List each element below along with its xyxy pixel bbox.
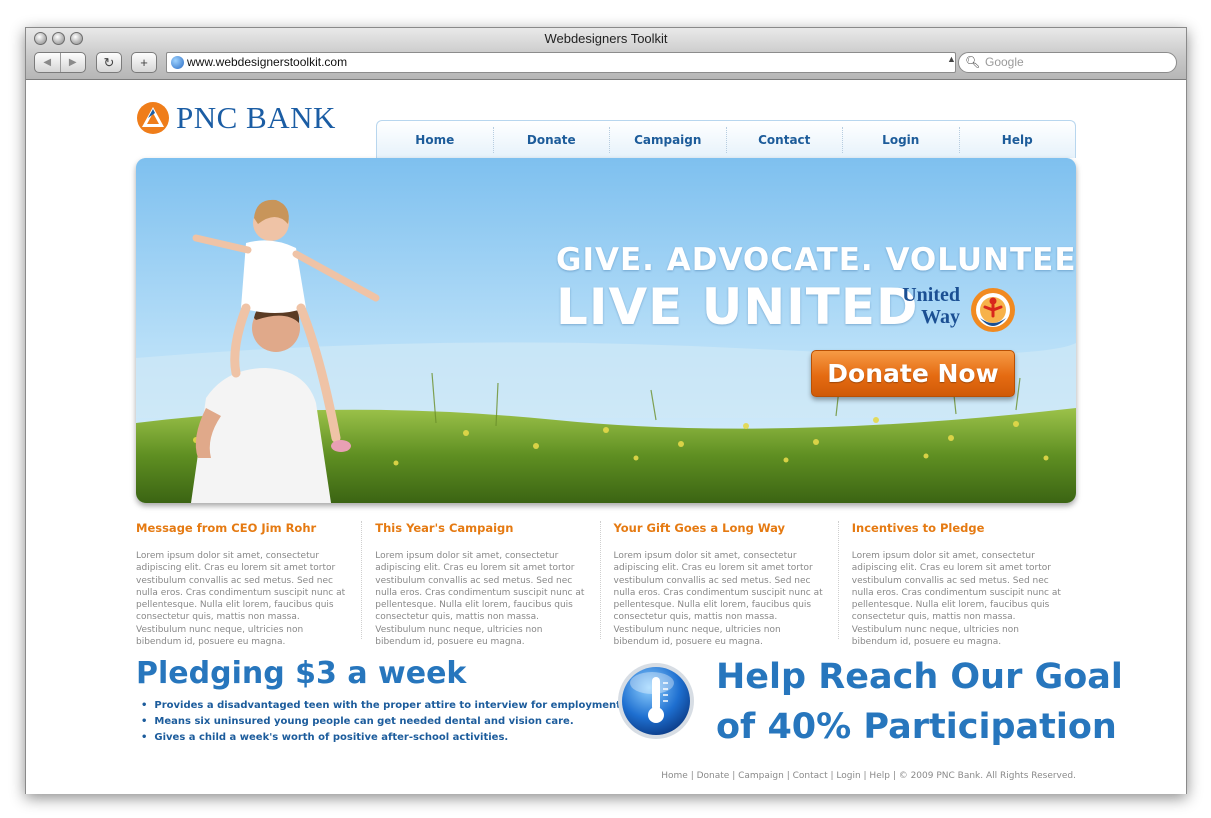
column-gift: Your Gift Goes a Long Way Lorem ipsum do… xyxy=(599,521,838,647)
footer: Home | Donate | Campaign | Contact | Log… xyxy=(661,771,1076,781)
logo-text: PNC BANK xyxy=(176,100,336,135)
pnc-logo[interactable]: PNC BANK xyxy=(136,100,336,136)
column-body: Lorem ipsum dolor sit amet, consectetur … xyxy=(851,551,1061,648)
column-campaign: This Year's Campaign Lorem ipsum dolor s… xyxy=(361,521,599,647)
globe-icon xyxy=(171,56,184,69)
nav-donate[interactable]: Donate xyxy=(494,126,610,153)
url-dropdown-icon[interactable]: ▲ xyxy=(947,54,956,64)
footer-link-contact[interactable]: Contact xyxy=(793,771,828,781)
footer-link-campaign[interactable]: Campaign xyxy=(738,771,784,781)
united-way-wordmark: United Way xyxy=(888,284,960,328)
list-item: Means six uninsured young people can get… xyxy=(141,714,625,730)
nav-help[interactable]: Help xyxy=(960,127,1076,153)
footer-copyright: © 2009 PNC Bank. All Rights Reserved. xyxy=(898,771,1076,781)
column-title[interactable]: Your Gift Goes a Long Way xyxy=(614,521,826,535)
pledge-heading: Pledging $3 a week xyxy=(136,656,467,691)
column-body: Lorem ipsum dolor sit amet, consectetur … xyxy=(613,551,823,648)
column-ceo-message: Message from CEO Jim Rohr Lorem ipsum do… xyxy=(136,521,361,647)
reload-button[interactable]: ↻ xyxy=(96,52,122,73)
address-bar[interactable]: www.webdesignerstoolkit.com xyxy=(166,52,956,73)
back-button[interactable]: ◀ xyxy=(35,53,61,72)
nav-login[interactable]: Login xyxy=(843,126,960,153)
column-title[interactable]: This Year's Campaign xyxy=(375,521,587,535)
address-bar-url: www.webdesignerstoolkit.com xyxy=(187,55,348,69)
column-incentives: Incentives to Pledge Lorem ipsum dolor s… xyxy=(837,521,1076,647)
goal-heading-line-2: of 40% Participation xyxy=(716,707,1117,747)
hero-banner: GIVE. ADVOCATE. VOLUNTEER. LIVE UNITED U… xyxy=(136,158,1076,503)
browser-window: Webdesigners Toolkit ◀ ▶ ↻ + www.webdesi… xyxy=(25,27,1187,794)
footer-link-help[interactable]: Help xyxy=(869,771,890,781)
donate-now-button[interactable]: Donate Now xyxy=(811,350,1015,397)
column-title[interactable]: Message from CEO Jim Rohr xyxy=(136,521,349,535)
column-body: Lorem ipsum dolor sit amet, consectetur … xyxy=(136,551,346,648)
nav-campaign[interactable]: Campaign xyxy=(610,126,727,153)
browser-toolbar: Webdesigners Toolkit ◀ ▶ ↻ + www.webdesi… xyxy=(26,28,1186,80)
nav-contact[interactable]: Contact xyxy=(727,126,843,153)
pnc-triangle-icon xyxy=(137,102,169,134)
main-navigation: Home Donate Campaign Contact Login Help xyxy=(376,120,1076,158)
window-title: Webdesigners Toolkit xyxy=(544,31,668,46)
search-icon: 🔍︎ xyxy=(965,55,981,69)
info-columns: Message from CEO Jim Rohr Lorem ipsum do… xyxy=(136,521,1076,647)
thermometer-icon xyxy=(618,663,694,739)
united-way-name-2: Way xyxy=(921,306,960,328)
search-placeholder: Google xyxy=(985,55,1024,69)
list-item: Provides a disadvantaged teen with the p… xyxy=(141,698,624,714)
add-bookmark-button[interactable]: + xyxy=(131,52,157,73)
web-page: PNC BANK Home Donate Campaign Contact Lo… xyxy=(26,81,1186,794)
united-way-name-1: United xyxy=(902,284,960,306)
footer-link-home[interactable]: Home xyxy=(661,771,688,781)
column-title[interactable]: Incentives to Pledge xyxy=(852,521,1064,535)
search-input[interactable]: 🔍︎ Google xyxy=(958,52,1177,73)
goal-heading-line-1: Help Reach Our Goal xyxy=(716,657,1123,697)
united-way-logo-icon xyxy=(971,288,1015,332)
hero-tagline: LIVE UNITED xyxy=(556,278,919,336)
pledge-benefits-list: Provides a disadvantaged teen with the p… xyxy=(141,698,625,746)
forward-button[interactable]: ▶ xyxy=(61,53,86,72)
nav-home[interactable]: Home xyxy=(377,126,494,153)
hero-headline: GIVE. ADVOCATE. VOLUNTEER. xyxy=(556,242,1076,278)
history-nav: ◀ ▶ xyxy=(34,52,86,73)
footer-link-login[interactable]: Login xyxy=(836,771,860,781)
footer-link-donate[interactable]: Donate xyxy=(697,771,730,781)
list-item: Gives a child a week's worth of positive… xyxy=(141,730,625,746)
column-body: Lorem ipsum dolor sit amet, consectetur … xyxy=(375,551,585,648)
